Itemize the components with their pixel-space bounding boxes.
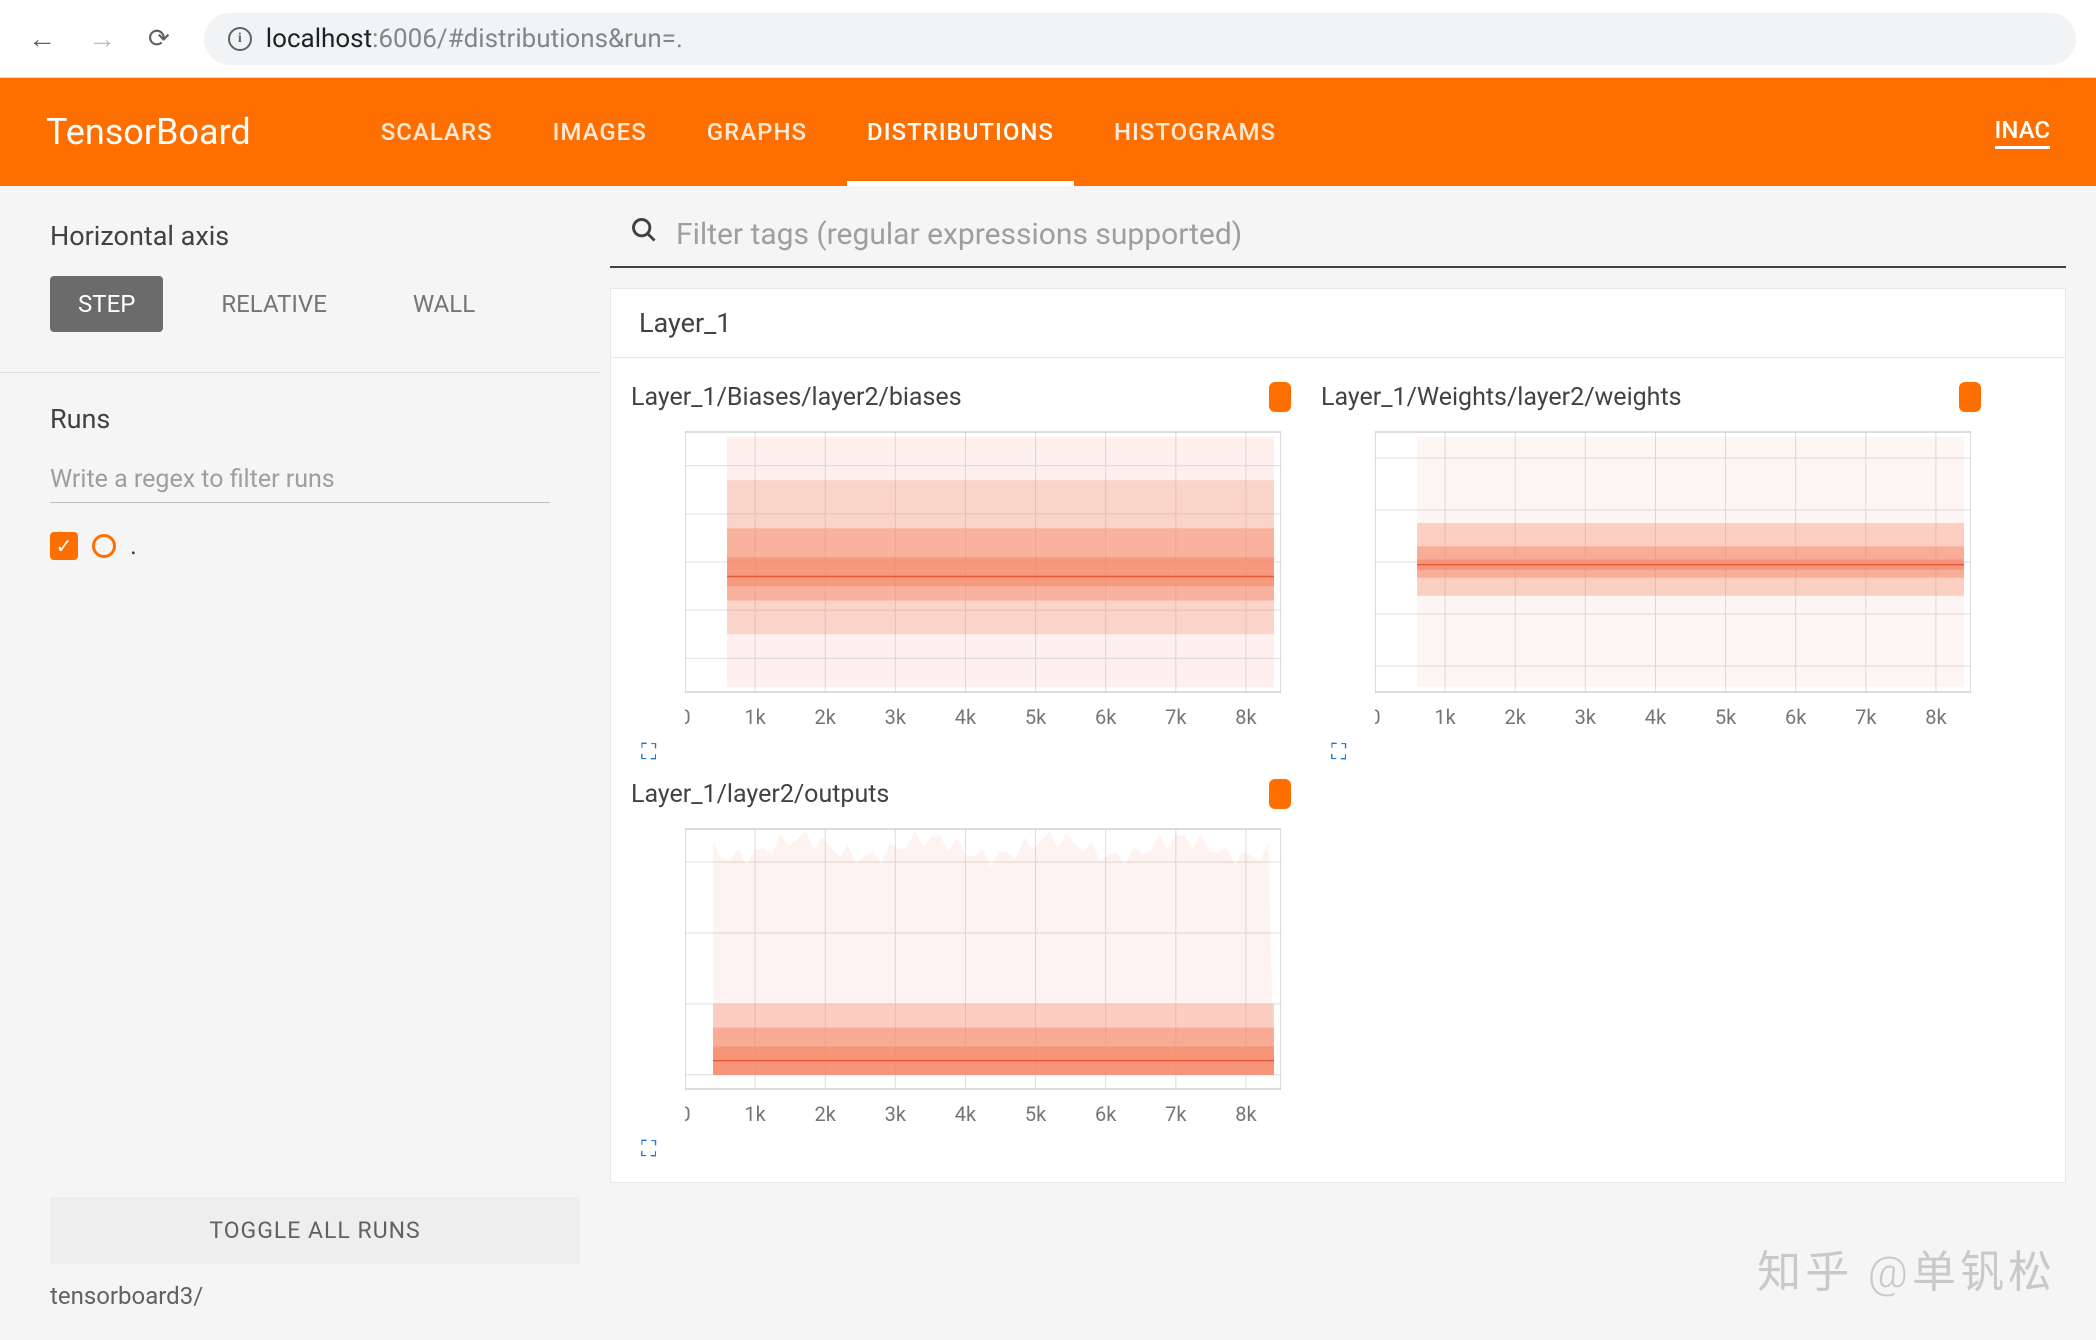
svg-text:8k: 8k: [1235, 1102, 1257, 1126]
svg-text:6k: 6k: [1785, 705, 1807, 729]
header-right-link[interactable]: INAC: [1995, 116, 2050, 149]
tab-distributions[interactable]: DISTRIBUTIONS: [867, 78, 1054, 186]
axis-step-button[interactable]: STEP: [50, 276, 163, 332]
charts-grid: Layer_1/Biases/layer2/biases -2-101201k2…: [610, 358, 2066, 1183]
svg-text:4k: 4k: [955, 1102, 977, 1126]
chart-title: Layer_1/layer2/outputs: [631, 780, 889, 809]
svg-text:4k: 4k: [1645, 705, 1667, 729]
logdir-text: tensorboard3/: [50, 1282, 550, 1310]
chart-title: Layer_1/Weights/layer2/weights: [1321, 383, 1682, 412]
svg-text:5k: 5k: [1025, 1102, 1047, 1126]
toggle-all-runs-button[interactable]: TOGGLE ALL RUNS: [50, 1197, 580, 1264]
svg-text:3k: 3k: [885, 705, 907, 729]
svg-text:6k: 6k: [1095, 705, 1117, 729]
url-text: localhost:6006/#distributions&run=.: [266, 24, 683, 54]
filter-row: [610, 210, 2066, 268]
chart-plot[interactable]: -2-101201k2k3k4k5k6k7k8k: [685, 422, 1281, 732]
svg-text:0: 0: [685, 705, 691, 729]
axis-relative-button[interactable]: RELATIVE: [193, 276, 355, 332]
svg-text:5k: 5k: [1715, 705, 1737, 729]
svg-text:1k: 1k: [744, 705, 766, 729]
sidebar: Horizontal axis STEP RELATIVE WALL Runs …: [0, 186, 600, 1340]
run-checkbox[interactable]: ✓: [50, 532, 78, 560]
axis-wall-button[interactable]: WALL: [385, 276, 503, 332]
chart-title: Layer_1/Biases/layer2/biases: [631, 383, 962, 412]
svg-text:1k: 1k: [1434, 705, 1456, 729]
tag-filter-input[interactable]: [676, 217, 2046, 252]
app-header: TensorBoard SCALARS IMAGES GRAPHS DISTRI…: [0, 78, 2096, 186]
content: Layer_1 Layer_1/Biases/layer2/biases -2-…: [600, 186, 2096, 1340]
chart-run-badge[interactable]: [1269, 779, 1291, 809]
tab-histograms[interactable]: HISTOGRAMS: [1114, 78, 1276, 186]
runs-title: Runs: [50, 403, 550, 435]
logo: TensorBoard: [46, 111, 251, 153]
search-icon: [630, 216, 658, 252]
svg-text:4k: 4k: [955, 705, 977, 729]
chart-card: Layer_1/Weights/layer2/weights -4-202401…: [1311, 378, 1991, 765]
forward-icon[interactable]: →: [80, 14, 124, 63]
svg-text:5k: 5k: [1025, 705, 1047, 729]
browser-bar: ← → ⟳ i localhost:6006/#distributions&ru…: [0, 0, 2096, 78]
back-icon[interactable]: ←: [20, 14, 64, 63]
chart-plot[interactable]: 015030045001k2k3k4k5k6k7k8k: [685, 819, 1281, 1129]
tab-images[interactable]: IMAGES: [553, 78, 647, 186]
tab-graphs[interactable]: GRAPHS: [707, 78, 807, 186]
svg-text:6k: 6k: [1095, 1102, 1117, 1126]
expand-icon[interactable]: ⛶: [641, 1137, 656, 1162]
svg-text:3k: 3k: [885, 1102, 907, 1126]
svg-text:2k: 2k: [1505, 705, 1527, 729]
svg-text:7k: 7k: [1165, 1102, 1187, 1126]
chart-card: Layer_1/layer2/outputs 015030045001k2k3k…: [621, 775, 1301, 1162]
watermark: 知乎 @单钒松: [1757, 1236, 2056, 1300]
chart-plot[interactable]: -4-202401k2k3k4k5k6k7k8k: [1375, 422, 1971, 732]
expand-icon[interactable]: ⛶: [1331, 740, 1346, 765]
run-color-swatch: [92, 534, 116, 558]
run-label: .: [130, 531, 137, 561]
run-item[interactable]: ✓ .: [50, 531, 550, 561]
chart-card: Layer_1/Biases/layer2/biases -2-101201k2…: [621, 378, 1301, 765]
svg-text:3k: 3k: [1575, 705, 1597, 729]
runs-filter-input[interactable]: [50, 457, 550, 503]
group-header[interactable]: Layer_1: [610, 288, 2066, 358]
svg-text:0: 0: [1375, 705, 1381, 729]
svg-text:8k: 8k: [1235, 705, 1257, 729]
info-icon[interactable]: i: [228, 27, 252, 51]
url-bar[interactable]: i localhost:6006/#distributions&run=.: [204, 13, 2076, 65]
svg-text:7k: 7k: [1855, 705, 1877, 729]
svg-text:8k: 8k: [1925, 705, 1947, 729]
header-tabs: SCALARS IMAGES GRAPHS DISTRIBUTIONS HIST…: [381, 78, 1276, 186]
tab-scalars[interactable]: SCALARS: [381, 78, 493, 186]
axis-buttons: STEP RELATIVE WALL: [50, 276, 550, 332]
axis-title: Horizontal axis: [50, 220, 550, 252]
expand-icon[interactable]: ⛶: [641, 740, 656, 765]
divider: [0, 372, 600, 373]
svg-text:0: 0: [685, 1102, 691, 1126]
svg-text:7k: 7k: [1165, 705, 1187, 729]
chart-run-badge[interactable]: [1269, 382, 1291, 412]
svg-text:1k: 1k: [744, 1102, 766, 1126]
svg-text:2k: 2k: [815, 1102, 837, 1126]
reload-icon[interactable]: ⟳: [140, 16, 178, 62]
svg-text:2k: 2k: [815, 705, 837, 729]
chart-run-badge[interactable]: [1959, 382, 1981, 412]
